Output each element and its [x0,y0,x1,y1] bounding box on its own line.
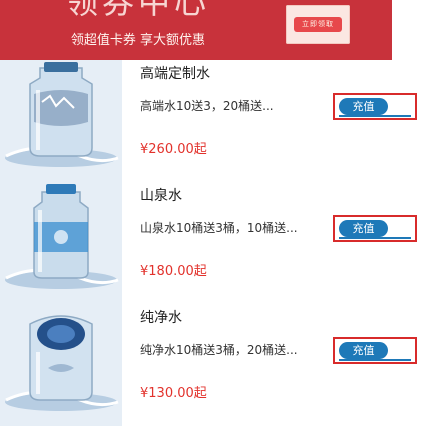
receive-coupon-label: 立即领取 [294,17,342,32]
product-item: 纯净水 纯净水10桶送3桶，20桶送... ¥130.00起 充值 [0,304,434,426]
banner-title: 领券中心 [65,0,210,21]
product-item: 高端定制水 高端水10送3，20桶送... ¥260.00起 充值 [0,60,434,182]
product-description: 纯净水10桶送3桶，20桶送... [140,343,298,357]
recharge-button-label: 充值 [339,98,388,115]
coupon-banner: 领券中心 领超值卡券 享大额优惠 立即领取 [0,0,392,60]
product-price: ¥260.00起 [140,142,207,157]
recharge-button[interactable]: 充值 [333,337,417,364]
product-image [0,60,122,182]
recharge-button-underline [339,359,411,361]
product-name: 高端定制水 [140,66,210,82]
product-price: ¥130.00起 [140,386,207,401]
banner-subtitle: 领超值卡券 享大额优惠 [70,33,206,48]
product-description: 高端水10送3，20桶送... [140,99,274,113]
product-name: 山泉水 [140,188,182,204]
receive-coupon-button[interactable]: 立即领取 [286,5,350,44]
recharge-button-label: 充值 [339,220,388,237]
water-bottle-icon [0,60,122,182]
product-item: 山泉水 山泉水10桶送3桶，10桶送... ¥180.00起 充值 [0,182,434,304]
product-description: 山泉水10桶送3桶，10桶送... [140,221,298,235]
water-bottle-icon [0,182,122,304]
recharge-button-underline [339,115,411,117]
recharge-button-underline [339,237,411,239]
product-image [0,304,122,426]
water-bottle-icon [0,304,122,426]
recharge-button[interactable]: 充值 [333,215,417,242]
product-name: 纯净水 [140,310,182,326]
recharge-button-label: 充值 [339,342,388,359]
product-price: ¥180.00起 [140,264,207,279]
product-image [0,182,122,304]
recharge-button[interactable]: 充值 [333,93,417,120]
coupon-center-page: 领券中心 领超值卡券 享大额优惠 立即领取 高端定制水 高端水10送3，20桶送… [0,0,434,434]
